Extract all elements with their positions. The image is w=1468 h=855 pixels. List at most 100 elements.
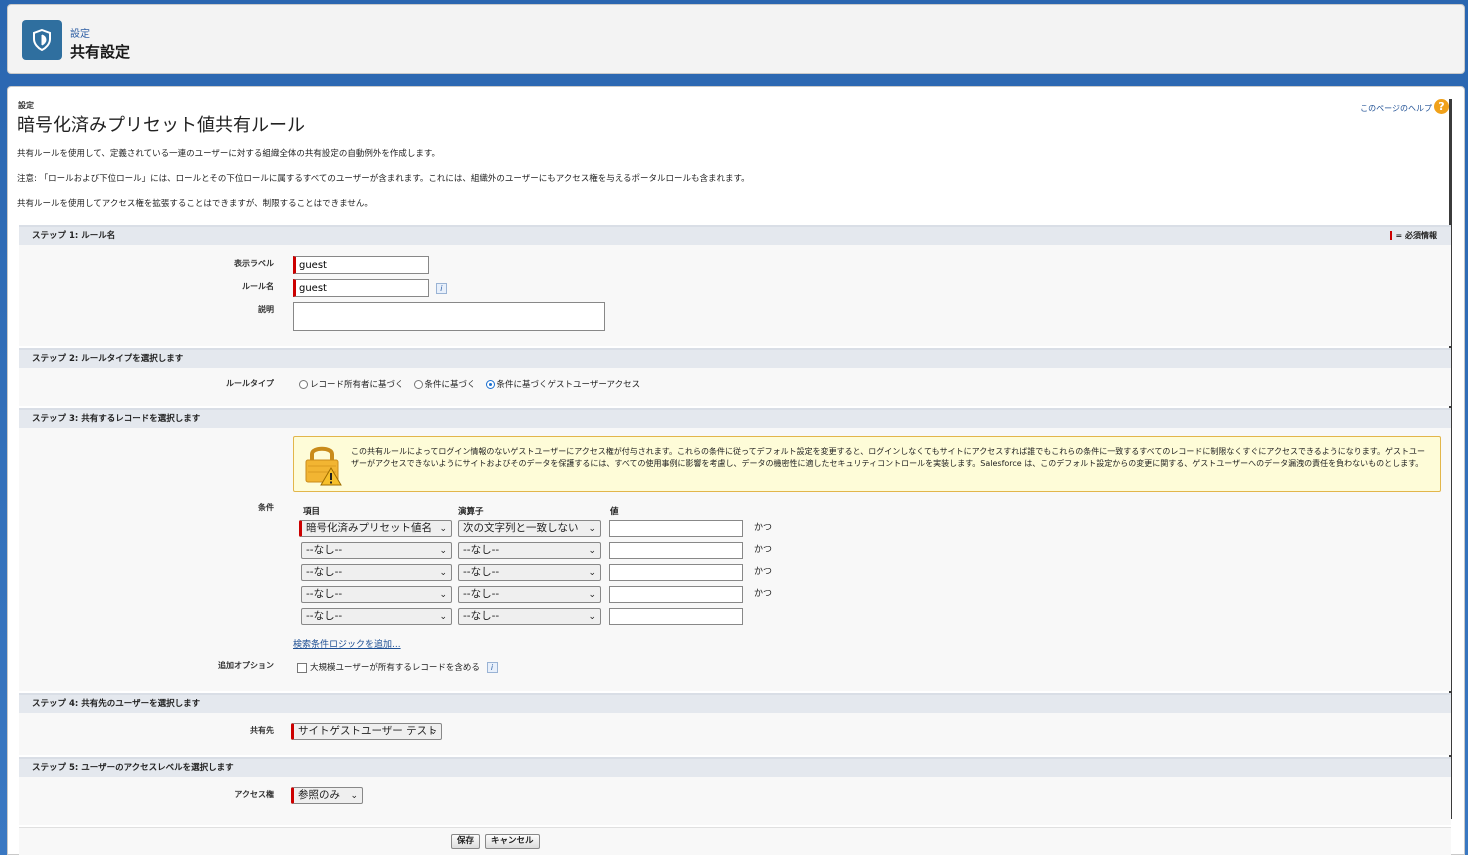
chevron-down-icon: ⌄ <box>439 612 447 622</box>
condition-field-select[interactable]: --なし-- ⌄ <box>301 542 452 559</box>
col-operator-header: 演算子 <box>458 507 484 517</box>
condition-value-input[interactable] <box>609 520 743 537</box>
radio-criteria-based-label: 条件に基づく <box>424 380 476 390</box>
condition-value-input[interactable] <box>609 608 743 625</box>
step4-section: ステップ 4: 共有先のユーザーを選択します 共有先 サイトゲストユーザー テス… <box>19 693 1451 755</box>
and-label: かつ <box>754 523 773 533</box>
condition-field-select[interactable]: --なし-- ⌄ <box>301 608 452 625</box>
description-field-wrap <box>293 302 605 334</box>
description-textarea[interactable] <box>293 302 605 331</box>
display-label-row: 表示ラベル <box>19 254 1451 277</box>
rule-name-label: ルール名 <box>242 282 274 291</box>
rule-name-row: ルール名 i <box>19 277 1451 300</box>
condition-operator-select[interactable]: --なし-- ⌄ <box>458 586 601 603</box>
condition-field-select[interactable]: --なし-- ⌄ <box>301 564 452 581</box>
col-value-header: 値 <box>610 507 619 517</box>
chevron-down-icon: ⌄ <box>439 546 447 556</box>
radio-guest-criteria-based[interactable]: 条件に基づくゲストユーザーアクセス <box>485 378 641 390</box>
access-level-label: アクセス権 <box>234 790 274 799</box>
include-high-volume-label: 大規模ユーザーが所有するレコードを含める <box>310 663 480 673</box>
rule-name-info-icon[interactable]: i <box>435 282 447 294</box>
condition-field-value: --なし-- <box>306 544 343 556</box>
display-label-field-wrap <box>293 256 429 274</box>
display-label-label: 表示ラベル <box>234 259 274 268</box>
condition-field-select[interactable]: --なし-- ⌄ <box>301 586 452 603</box>
share-with-select[interactable]: サイトゲストユーザー テスト ⌄ <box>291 723 442 740</box>
step1-heading-text: ステップ 1: ルール名 <box>32 231 116 241</box>
chevron-down-icon: ⌄ <box>350 791 358 801</box>
chevron-down-icon: ⌄ <box>439 568 447 578</box>
save-button[interactable]: 保存 <box>451 834 481 849</box>
share-with-value: サイトゲストユーザー テスト <box>298 725 438 737</box>
condition-value-input[interactable] <box>609 564 743 581</box>
radio-guest-criteria-based-dot[interactable] <box>485 379 495 389</box>
condition-field-value: 暗号化済みプリセット値名 <box>306 522 432 534</box>
description-label: 説明 <box>258 305 274 314</box>
required-note: = 必須情報 <box>1389 227 1437 245</box>
help-icon[interactable]: ? <box>1434 99 1449 114</box>
step4-heading: ステップ 4: 共有先のユーザーを選択します <box>19 695 1451 713</box>
condition-operator-select[interactable]: --なし-- ⌄ <box>458 564 601 581</box>
rule-name-input[interactable] <box>293 279 429 297</box>
include-high-volume-option: 大規模ユーザーが所有するレコードを含める i <box>297 661 498 673</box>
condition-operator-value: 次の文字列と一致しない <box>463 522 579 534</box>
rule-type-row: ルールタイプ レコード所有者に基づく 条件に基づく 条件に基づくゲストユーザーア… <box>19 374 1451 397</box>
condition-field-value: --なし-- <box>306 566 343 578</box>
breadcrumb[interactable]: 設定 <box>70 25 90 40</box>
description-3: 共有ルールを使用してアクセス権を拡張することはできますが、制限することはできませ… <box>17 199 373 209</box>
description-1: 共有ルールを使用して、定義されている一連のユーザーに対する組織全体の共有設定の自… <box>17 149 441 159</box>
radio-owner-based[interactable]: レコード所有者に基づく <box>299 378 404 390</box>
condition-operator-value: --なし-- <box>463 566 500 578</box>
header-title: 共有設定 <box>70 43 131 61</box>
condition-value-input[interactable] <box>609 542 743 559</box>
conditions-label: 条件 <box>258 503 274 512</box>
guest-warning-box: この共有ルールによってログイン情報のないゲストユーザーにアクセス権が付与されます… <box>293 436 1441 492</box>
setup-shield-icon <box>22 20 62 60</box>
include-high-volume-checkbox[interactable] <box>297 662 307 673</box>
step5-heading: ステップ 5: ユーザーのアクセスレベルを選択します <box>19 759 1451 777</box>
access-level-row: アクセス権 参照のみ ⌄ <box>19 785 1451 808</box>
condition-operator-select[interactable]: 次の文字列と一致しない ⌄ <box>458 520 601 537</box>
chevron-down-icon: ⌄ <box>588 524 596 534</box>
display-label-input[interactable] <box>293 256 429 274</box>
chevron-down-icon: ⌄ <box>588 590 596 600</box>
col-field-header: 項目 <box>303 507 321 517</box>
condition-operator-select[interactable]: --なし-- ⌄ <box>458 542 601 559</box>
and-label: かつ <box>754 567 773 577</box>
radio-guest-criteria-based-label: 条件に基づくゲストユーザーアクセス <box>496 380 641 390</box>
share-with-label: 共有先 <box>250 726 274 735</box>
step3-heading: ステップ 3: 共有するレコードを選択します <box>19 410 1451 428</box>
radio-owner-based-label: レコード所有者に基づく <box>310 380 404 390</box>
chevron-down-icon: ⌄ <box>588 612 596 622</box>
condition-operator-value: --なし-- <box>463 544 500 556</box>
condition-operator-value: --なし-- <box>463 610 500 622</box>
include-high-volume-info-icon[interactable]: i <box>486 662 498 673</box>
add-filter-logic-link[interactable]: 検索条件ロジックを追加... <box>293 640 401 650</box>
and-label: かつ <box>754 545 773 555</box>
page-title: 暗号化済みプリセット値共有ルール <box>17 115 305 136</box>
access-level-value: 参照のみ <box>298 789 340 801</box>
chevron-down-icon: ⌄ <box>439 590 447 600</box>
description-2: 注意: 「ロールおよび下位ロール」には、ロールとその下位ロールに属するすべてのユ… <box>17 174 750 184</box>
extra-options-label: 追加オプション <box>218 661 274 670</box>
rule-type-radio-group: レコード所有者に基づく 条件に基づく 条件に基づくゲストユーザーアクセス <box>299 378 640 390</box>
radio-criteria-based-dot[interactable] <box>413 379 423 389</box>
condition-operator-value: --なし-- <box>463 588 500 600</box>
help-link[interactable]: このページのヘルプ <box>1360 103 1432 114</box>
radio-owner-based-dot[interactable] <box>299 379 308 389</box>
radio-criteria-based[interactable]: 条件に基づく <box>413 378 476 390</box>
condition-field-value: --なし-- <box>306 588 343 600</box>
access-level-select[interactable]: 参照のみ ⌄ <box>291 787 363 804</box>
condition-operator-select[interactable]: --なし-- ⌄ <box>458 608 601 625</box>
chevron-down-icon: ⌄ <box>429 727 437 737</box>
step2-heading: ステップ 2: ルールタイプを選択します <box>19 350 1451 368</box>
condition-value-input[interactable] <box>609 586 743 603</box>
share-with-row: 共有先 サイトゲストユーザー テスト ⌄ <box>19 721 1451 744</box>
cancel-button[interactable]: キャンセル <box>485 834 540 849</box>
lock-warning-icon <box>302 442 342 486</box>
condition-field-select[interactable]: 暗号化済みプリセット値名 ⌄ <box>299 520 452 537</box>
condition-field-value: --なし-- <box>306 610 343 622</box>
rule-type-label: ルールタイプ <box>226 379 274 388</box>
page-subtitle: 設定 <box>18 101 34 110</box>
chevron-down-icon: ⌄ <box>588 568 596 578</box>
